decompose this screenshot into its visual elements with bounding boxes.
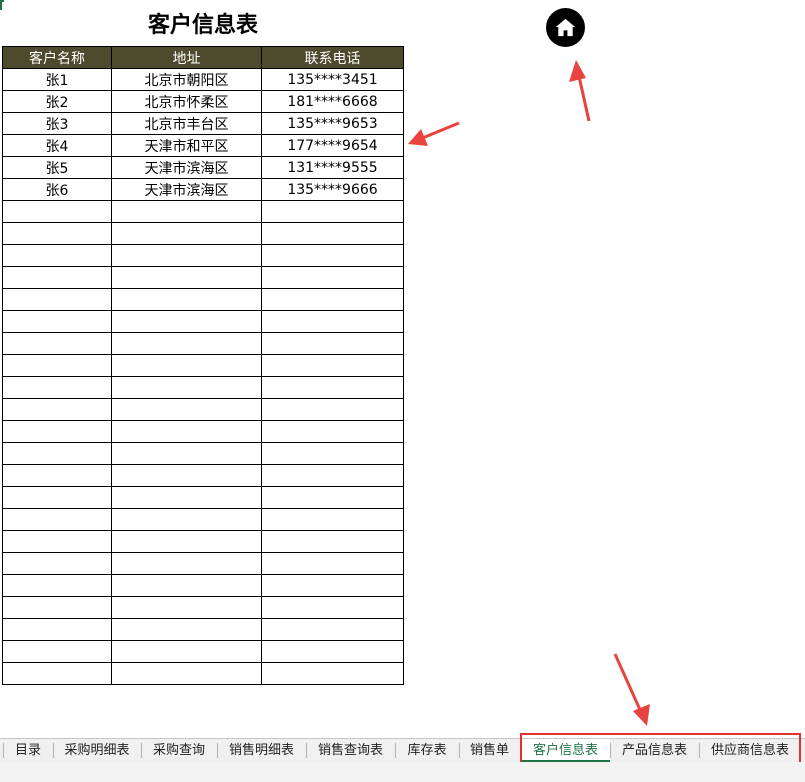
tab-purchase-query[interactable]: 采购查询	[141, 739, 217, 762]
tab-sales-detail[interactable]: 销售明细表	[217, 739, 306, 762]
arrow-to-sheet-tabs	[613, 653, 650, 726]
status-bar	[0, 762, 805, 782]
tab-inventory[interactable]: 库存表	[395, 739, 459, 762]
arrow-to-table	[408, 121, 460, 146]
tab-contents[interactable]: 目录	[3, 739, 53, 762]
tab-highlight-box	[520, 733, 801, 765]
arrow-to-home-button	[569, 60, 591, 122]
tab-purchase-detail[interactable]: 采购明细表	[53, 739, 141, 762]
tab-sales-order[interactable]: 销售单	[459, 739, 520, 762]
annotation-arrows	[408, 60, 650, 726]
worksheet-area[interactable]: 客户信息表 客户名称 地址 联系电话 张1 北京市朝阳区 135****3451 张2…	[0, 0, 805, 738]
tab-sales-query[interactable]: 销售查询表	[306, 739, 395, 762]
